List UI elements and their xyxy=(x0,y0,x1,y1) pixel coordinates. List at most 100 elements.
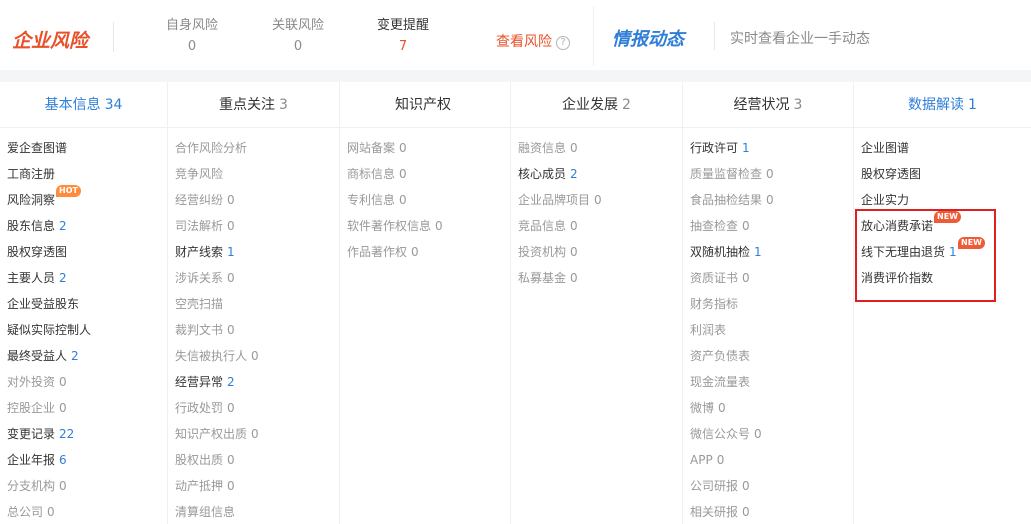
list-item-label: 股权穿透图 xyxy=(7,245,68,259)
list-item[interactable]: 失信被执行人 0 xyxy=(168,346,339,372)
list-item-count: 0 xyxy=(742,271,750,285)
list-item[interactable]: 私募基金 0 xyxy=(511,268,682,294)
highlight-box xyxy=(855,209,996,302)
list-item[interactable]: 风险洞察 HOT xyxy=(0,185,167,216)
list-item-label: APP xyxy=(690,453,713,467)
list-item-label: 主要人员 xyxy=(7,271,56,285)
view-risk-link[interactable]: 查看风险? xyxy=(496,31,570,51)
list-item[interactable]: 抽查检查 0 xyxy=(683,216,853,242)
list-item-count: 0 xyxy=(570,141,578,155)
list-item[interactable]: 核心成员 2 xyxy=(511,164,682,190)
list-item[interactable]: 双随机抽检 1 xyxy=(683,242,853,268)
list-item[interactable]: 利润表 xyxy=(683,320,853,346)
list-item[interactable]: 清算组信息 xyxy=(168,502,339,524)
list-item-count: 0 xyxy=(227,271,235,285)
list-item[interactable]: 资质证书 0 xyxy=(683,268,853,294)
list-item[interactable]: 相关研报 0 xyxy=(683,502,853,524)
list-item[interactable]: 总公司 0 xyxy=(0,502,167,524)
list-item[interactable]: 竞品信息 0 xyxy=(511,216,682,242)
tab-count: 1 xyxy=(968,97,977,113)
list-item[interactable]: 食品抽检结果 0 xyxy=(683,190,853,216)
list-item[interactable]: 爱企查图谱 xyxy=(0,138,167,164)
list-item[interactable]: 融资信息 0 xyxy=(511,138,682,164)
list-item-label: 相关研报 xyxy=(690,505,739,519)
category-tabs: 基本信息 34 重点关注 3 知识产权 企业发展 2 经营状况 3 数据解读 1 xyxy=(0,82,1031,128)
list-item[interactable]: 合作风险分析 xyxy=(168,138,339,164)
list-item[interactable]: 股权穿透图 xyxy=(0,242,167,268)
list-item[interactable]: 空壳扫描 xyxy=(168,294,339,320)
list-item[interactable]: 财产线索 1 xyxy=(168,242,339,268)
list-item-label: 微博 xyxy=(690,401,715,415)
list-item-label: 企业受益股东 xyxy=(7,297,80,311)
risk-stat-self[interactable]: 自身风险 0 xyxy=(152,17,232,59)
list-item[interactable]: 微信公众号 0 xyxy=(683,424,853,450)
tab-label: 基本信息 xyxy=(44,97,101,113)
column-basic-info: 爱企查图谱 工商注册 风险洞察 HOT 股东信息 2 股权穿透图主要人员 2 企业受益股东疑似实… xyxy=(0,128,168,524)
list-item[interactable]: 动产抵押 0 xyxy=(168,476,339,502)
list-item-count: 0 xyxy=(399,167,407,181)
list-item[interactable]: 对外投资 0 xyxy=(0,372,167,398)
list-item-count: 0 xyxy=(718,401,726,415)
list-item[interactable]: 企业年报 6 xyxy=(0,450,167,476)
list-item[interactable]: 裁判文书 0 xyxy=(168,320,339,346)
section-gap xyxy=(0,70,1031,82)
list-item[interactable]: 企业受益股东 xyxy=(0,294,167,320)
list-item-count: 0 xyxy=(227,219,235,233)
list-item[interactable]: 行政许可 1 xyxy=(683,138,853,164)
list-item-count: 0 xyxy=(59,375,67,389)
risk-stat-change[interactable]: 变更提醒 7 xyxy=(363,17,443,59)
list-item-count: 0 xyxy=(594,193,602,207)
intel-description[interactable]: 实时查看企业一手动态 xyxy=(730,28,870,48)
list-item-count: 0 xyxy=(59,479,67,493)
list-item[interactable]: 现金流量表 xyxy=(683,372,853,398)
list-item[interactable]: 网站备案 0 xyxy=(340,138,510,164)
list-item[interactable]: 控股企业 0 xyxy=(0,398,167,424)
list-item[interactable]: 专利信息 0 xyxy=(340,190,510,216)
list-item-count: 0 xyxy=(742,479,750,493)
list-item[interactable]: 企业图谱 xyxy=(854,138,1031,164)
list-item-count: 1 xyxy=(754,245,762,259)
list-item[interactable]: APP 0 xyxy=(683,450,853,476)
list-item-count: 0 xyxy=(411,245,419,259)
risk-stat-related[interactable]: 关联风险 0 xyxy=(258,17,338,59)
tab-development[interactable]: 企业发展 2 xyxy=(511,82,683,128)
list-item[interactable]: 工商注册 xyxy=(0,164,167,190)
list-item-label: 对外投资 xyxy=(7,375,56,389)
list-item[interactable]: 财务指标 xyxy=(683,294,853,320)
tab-ip[interactable]: 知识产权 xyxy=(340,82,511,128)
list-item[interactable]: 竞争风险 xyxy=(168,164,339,190)
list-item[interactable]: 企业品牌项目 0 xyxy=(511,190,682,216)
list-item[interactable]: 股东信息 2 xyxy=(0,216,167,242)
list-item-label: 食品抽检结果 xyxy=(690,193,763,207)
list-item[interactable]: 经营异常 2 xyxy=(168,372,339,398)
list-item[interactable]: 股权出质 0 xyxy=(168,450,339,476)
list-item[interactable]: 商标信息 0 xyxy=(340,164,510,190)
tab-data-insight[interactable]: 数据解读 1 xyxy=(854,82,1031,128)
list-item[interactable]: 疑似实际控制人 xyxy=(0,320,167,346)
list-item[interactable]: 微博 0 xyxy=(683,398,853,424)
list-item[interactable]: 主要人员 2 xyxy=(0,268,167,294)
list-item[interactable]: 公司研报 0 xyxy=(683,476,853,502)
list-item[interactable]: 变更记录 22 xyxy=(0,424,167,450)
list-item[interactable]: 股权穿透图 xyxy=(854,164,1031,190)
tab-key-focus[interactable]: 重点关注 3 xyxy=(168,82,340,128)
list-item[interactable]: 行政处罚 0 xyxy=(168,398,339,424)
list-item[interactable]: 质量监督检查 0 xyxy=(683,164,853,190)
list-item[interactable]: 经营纠纷 0 xyxy=(168,190,339,216)
list-item[interactable]: 投资机构 0 xyxy=(511,242,682,268)
risk-card: 企业风险 自身风险 0 关联风险 0 变更提醒 7 查看风险? xyxy=(0,6,594,66)
list-item-count: 22 xyxy=(59,427,75,441)
list-item[interactable]: 软件著作权信息 0 xyxy=(340,216,510,242)
list-item-label: 最终受益人 xyxy=(7,349,68,363)
list-item[interactable]: 最终受益人 2 xyxy=(0,346,167,372)
tab-basic-info[interactable]: 基本信息 34 xyxy=(0,82,168,128)
list-item[interactable]: 涉诉关系 0 xyxy=(168,268,339,294)
list-item[interactable]: 分支机构 0 xyxy=(0,476,167,502)
list-item[interactable]: 司法解析 0 xyxy=(168,216,339,242)
tab-operations[interactable]: 经营状况 3 xyxy=(683,82,854,128)
list-item[interactable]: 知识产权出质 0 xyxy=(168,424,339,450)
list-item[interactable]: 作品著作权 0 xyxy=(340,242,510,268)
help-icon[interactable]: ? xyxy=(556,36,570,50)
list-item[interactable]: 资产负债表 xyxy=(683,346,853,372)
list-item-count: 2 xyxy=(59,271,67,285)
